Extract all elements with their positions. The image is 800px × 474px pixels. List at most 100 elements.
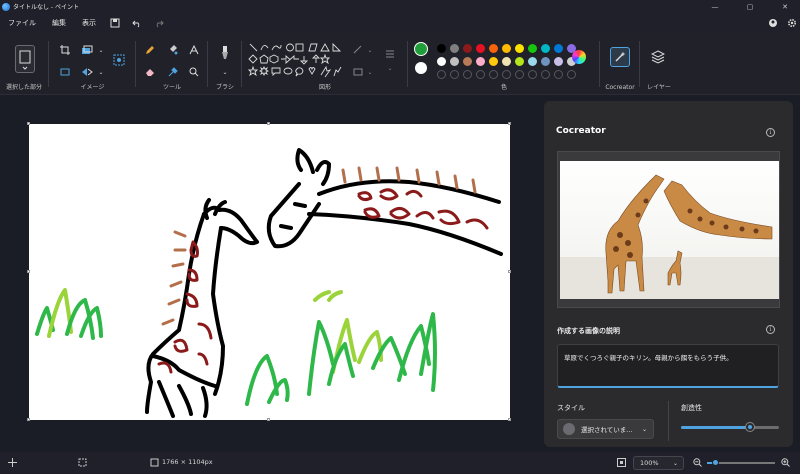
palette-swatch[interactable]	[515, 44, 524, 53]
text-tool-icon[interactable]	[187, 43, 201, 57]
fill-bucket-icon[interactable]	[166, 43, 180, 57]
prompt-textarea[interactable]: 草原でくつろぐ親子のキリン。母親から餌をもらう子供。	[557, 344, 779, 388]
palette-swatch[interactable]	[528, 57, 537, 66]
selection-button[interactable]	[15, 45, 35, 73]
creativity-slider[interactable]	[681, 423, 779, 431]
zoom-value: 100%	[640, 459, 659, 467]
custom-color-slot[interactable]	[554, 70, 563, 79]
shapes-group-label: 図形	[318, 84, 331, 91]
custom-color-slot[interactable]	[541, 70, 550, 79]
custom-color-slot[interactable]	[463, 70, 472, 79]
redo-icon[interactable]	[154, 18, 164, 28]
custom-color-slot[interactable]	[489, 70, 498, 79]
description-info-icon[interactable]: i	[766, 325, 775, 334]
eraser-icon[interactable]	[143, 65, 157, 79]
rotate-chevron-down-icon[interactable]: ⌄	[94, 65, 108, 79]
undo-icon[interactable]	[132, 18, 142, 28]
save-icon[interactable]	[110, 18, 120, 28]
palette-swatch[interactable]	[437, 44, 446, 53]
ribbon-divider	[207, 41, 208, 87]
rotate-icon[interactable]	[80, 65, 94, 79]
custom-color-slot[interactable]	[528, 70, 537, 79]
palette-swatch[interactable]	[489, 44, 498, 53]
zoom-in-icon[interactable]	[781, 458, 790, 469]
resize-handle[interactable]	[508, 270, 511, 273]
creativity-slider-thumb[interactable]	[746, 423, 754, 431]
custom-color-slot[interactable]	[502, 70, 511, 79]
palette-swatch[interactable]	[541, 44, 550, 53]
palette-swatch[interactable]	[528, 44, 537, 53]
brush-group-label: ブラシ	[216, 84, 234, 91]
colors-group-label: 色	[500, 84, 507, 91]
image-size-icon[interactable]	[58, 65, 72, 79]
crop-icon[interactable]	[58, 43, 72, 57]
resize-handle[interactable]	[27, 122, 30, 125]
generated-image-preview[interactable]	[557, 151, 780, 308]
info-icon[interactable]: i	[766, 128, 775, 137]
layers-icon[interactable]	[650, 49, 666, 68]
menu-file[interactable]: ファイル	[0, 18, 44, 28]
palette-swatch[interactable]	[476, 57, 485, 66]
menu-view[interactable]: 表示	[74, 18, 104, 28]
palette-swatch[interactable]	[515, 57, 524, 66]
palette-swatch[interactable]	[554, 44, 563, 53]
edit-colors-icon[interactable]	[572, 50, 586, 64]
zoom-dropdown[interactable]: 100% ⌄	[633, 456, 684, 470]
zoom-slider[interactable]	[707, 459, 775, 466]
palette-swatch[interactable]	[489, 57, 498, 66]
maximize-button[interactable]: ▢	[735, 0, 765, 13]
resize-handle[interactable]	[27, 418, 30, 421]
fill-chevron-down-icon[interactable]: ⌄	[363, 65, 377, 79]
stroke-chevron-down-icon[interactable]: ⌄	[383, 61, 397, 75]
palette-swatch[interactable]	[450, 57, 459, 66]
drawing-canvas[interactable]	[27, 122, 511, 421]
palette-swatch[interactable]	[463, 57, 472, 66]
shapes-gallery[interactable]	[248, 42, 356, 78]
style-dropdown[interactable]: 選択されていま... ⌄	[557, 419, 654, 439]
resize-icon[interactable]	[80, 43, 94, 57]
menu-edit[interactable]: 編集	[44, 18, 74, 28]
custom-color-slot[interactable]	[437, 70, 446, 79]
close-button[interactable]: ✕	[770, 0, 800, 13]
resize-handle[interactable]	[508, 122, 511, 125]
custom-color-slot[interactable]	[515, 70, 524, 79]
style-label: スタイル	[557, 404, 585, 412]
image-group: ⌄ ⌄ イメージ	[50, 37, 135, 93]
palette-swatch[interactable]	[554, 57, 563, 66]
palette-swatch[interactable]	[541, 57, 550, 66]
custom-color-slot[interactable]	[476, 70, 485, 79]
custom-color-slot[interactable]	[567, 70, 576, 79]
settings-gear-icon[interactable]	[781, 18, 800, 30]
custom-color-slot[interactable]	[450, 70, 459, 79]
palette-swatch[interactable]	[463, 44, 472, 53]
secondary-color-swatch[interactable]	[415, 62, 427, 74]
zoom-out-icon[interactable]	[693, 458, 702, 469]
ribbon-divider	[241, 41, 242, 87]
palette-swatch[interactable]	[437, 57, 446, 66]
ribbon-divider	[599, 41, 600, 87]
resize-handle[interactable]	[267, 418, 270, 421]
resize-chevron-down-icon[interactable]: ⌄	[94, 43, 108, 57]
palette-swatch[interactable]	[450, 44, 459, 53]
resize-handle[interactable]	[267, 122, 270, 125]
ribbon-toolbar: 選択した部分 ⌄ ⌄ イメージ ツール ⌄ ブラシ ⌄ ⌄ ⌄ 図形 色 Coc…	[0, 33, 800, 95]
layers-group-label: レイヤー	[647, 84, 671, 91]
minimize-button[interactable]: —	[700, 0, 730, 13]
cocreator-button[interactable]	[610, 47, 630, 67]
resize-handle[interactable]	[508, 418, 511, 421]
brush-chevron-down-icon[interactable]: ⌄	[218, 65, 232, 79]
image-remove-background-icon[interactable]	[112, 53, 126, 67]
pencil-icon[interactable]	[143, 43, 157, 57]
resize-handle[interactable]	[27, 270, 30, 273]
stroke-size-icon[interactable]	[383, 47, 397, 61]
primary-color-swatch[interactable]	[414, 42, 428, 56]
palette-swatch[interactable]	[476, 44, 485, 53]
palette-swatch[interactable]	[502, 44, 511, 53]
magnifier-icon[interactable]	[187, 65, 201, 79]
brush-icon[interactable]	[218, 43, 232, 63]
zoom-slider-thumb[interactable]	[711, 459, 719, 466]
color-picker-icon[interactable]	[166, 65, 180, 79]
fit-to-window-icon[interactable]	[617, 458, 626, 469]
outline-chevron-down-icon[interactable]: ⌄	[363, 43, 377, 57]
palette-swatch[interactable]	[502, 57, 511, 66]
